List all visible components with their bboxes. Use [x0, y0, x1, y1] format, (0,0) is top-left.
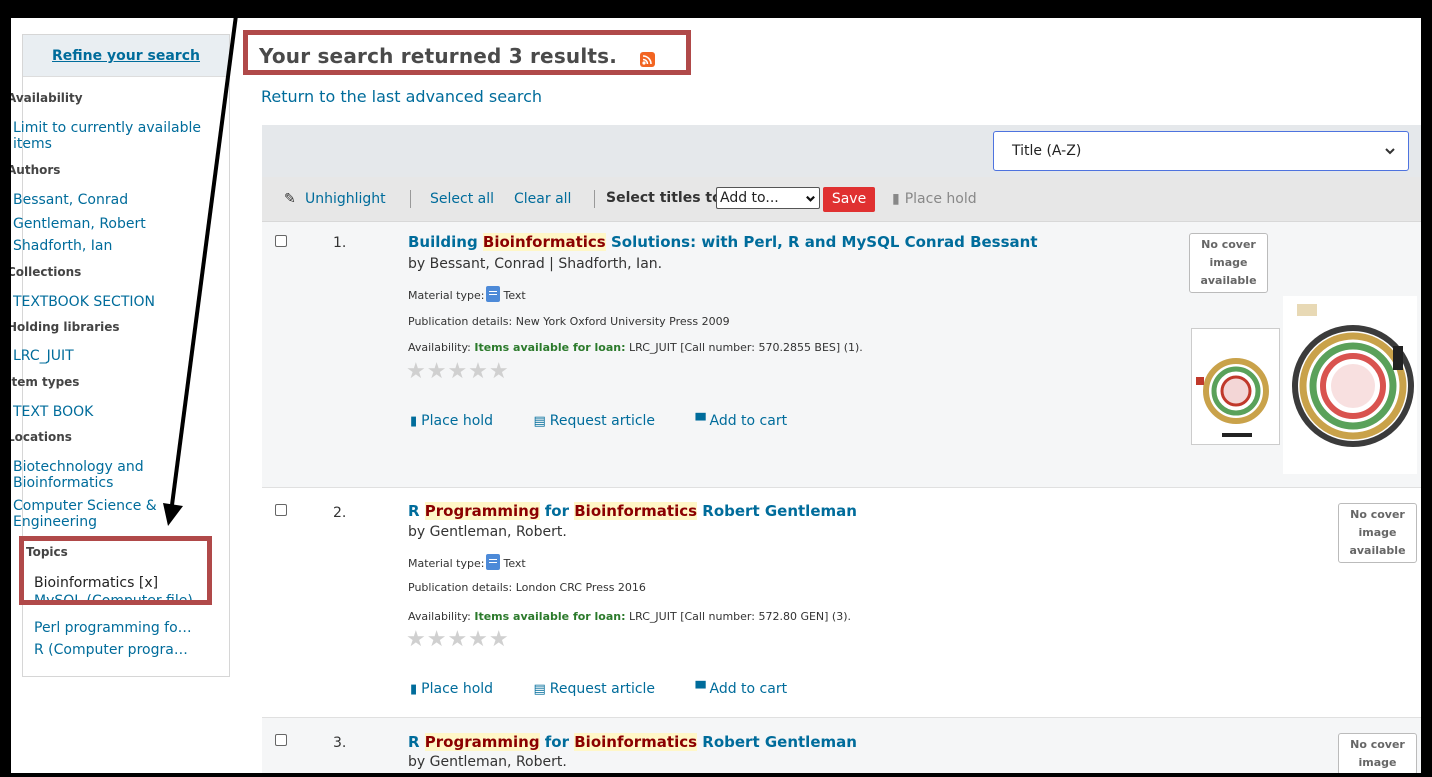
- annotation-arrow: [163, 18, 238, 526]
- screenshot-frame: Refine your search Availability Limit to…: [0, 0, 1432, 777]
